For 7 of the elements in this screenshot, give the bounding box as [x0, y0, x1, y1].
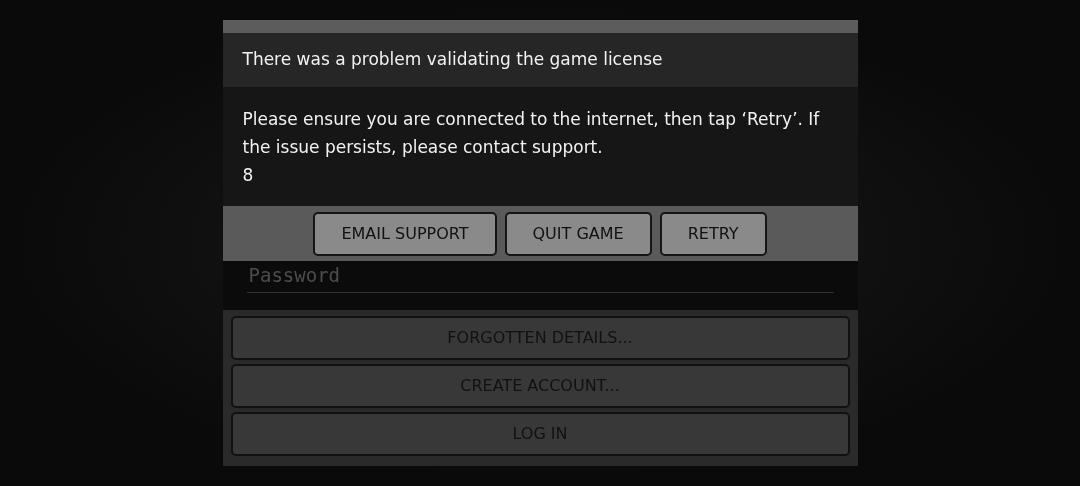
password-field[interactable]: Password	[246, 261, 834, 293]
error-code: 8	[242, 164, 255, 187]
dialog-button[interactable]: RETRY	[659, 211, 767, 256]
dialog-message: Please ensure you are connected to the internet, then tap ‘Retry’. If the issue persists, please contact support.	[242, 108, 821, 159]
dialog-title: There was a problem validating the game license	[242, 48, 664, 71]
dialog-button[interactable]: EMAIL SUPPORT	[313, 211, 497, 256]
dialog-button[interactable]: QUIT GAME	[504, 211, 652, 256]
